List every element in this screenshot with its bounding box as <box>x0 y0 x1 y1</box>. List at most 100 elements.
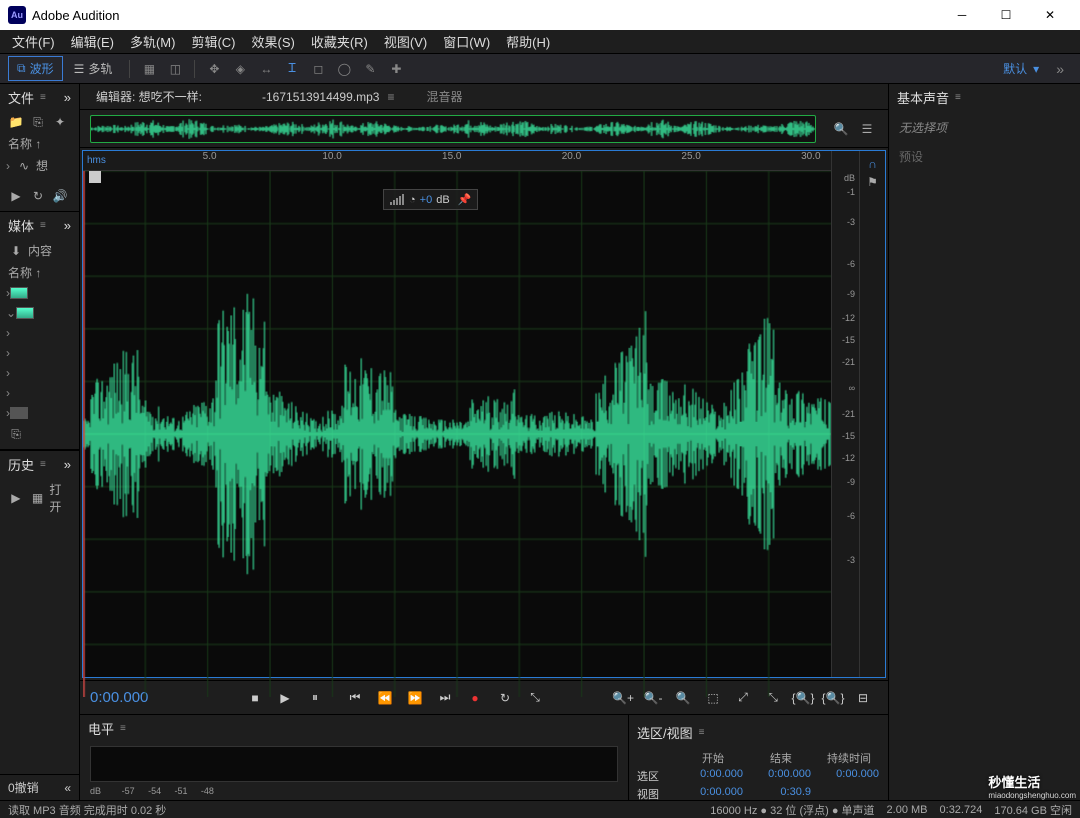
sel-value[interactable]: 0:00.000 <box>751 768 811 784</box>
multitrack-view-button[interactable]: ☰多轨 <box>65 56 122 81</box>
download-icon[interactable]: ⬇ <box>6 243 26 259</box>
toolbar-overflow-icon[interactable]: » <box>1048 61 1072 77</box>
play-icon: ▶ <box>6 490 26 506</box>
pin-icon[interactable]: 📌 <box>458 193 472 206</box>
menu-clip[interactable]: 剪辑(C) <box>183 29 243 54</box>
sel-value[interactable]: 0:30.9 <box>751 786 811 802</box>
ruler-tick: 10.0 <box>322 151 341 162</box>
level-meter[interactable] <box>90 746 618 782</box>
file-name-short: 想 <box>36 157 48 174</box>
insert-icon[interactable]: ⎘ <box>6 426 26 442</box>
waveform-view-button[interactable]: ⧉波形 <box>8 56 63 81</box>
ruler-tick: 15.0 <box>442 151 461 162</box>
files-name-header[interactable]: 名称 ↑ <box>0 133 79 154</box>
essential-sound-header[interactable]: 基本声音≡ <box>889 84 1080 111</box>
db-scale: dB -1 -3 -6 -9 -12 -15 -21 ∞ -21 -15 -12… <box>831 151 859 677</box>
media-item[interactable]: › <box>0 383 79 403</box>
ruler-tick: 20.0 <box>562 151 581 162</box>
spectral-freq-icon[interactable]: ▦ <box>138 58 160 80</box>
workspace-label-text: 默认 <box>1003 60 1027 77</box>
workspace-selector[interactable]: 默认 ▾ <box>994 56 1048 81</box>
undo-counter: 0撤销« <box>0 775 79 800</box>
media-panel-header[interactable]: 媒体≡» <box>0 212 79 239</box>
sel-value[interactable]: 0:00.000 <box>683 786 743 802</box>
heal-tool-icon[interactable]: ✚ <box>385 58 407 80</box>
editor-tab-active[interactable]: 编辑器: 想吃不一样: -1671513914499.mp3 ≡ <box>88 84 402 109</box>
menu-effects[interactable]: 效果(S) <box>244 29 303 54</box>
level-bars-icon <box>390 194 405 205</box>
menu-window[interactable]: 窗口(W) <box>435 29 498 54</box>
sel-row-label: 视图 <box>637 786 675 802</box>
spectral-pitch-icon[interactable]: ◫ <box>164 58 186 80</box>
menu-favorites[interactable]: 收藏夹(R) <box>303 29 376 54</box>
new-icon[interactable]: ✦ <box>50 114 70 130</box>
editor-area: 编辑器: 想吃不一样: -1671513914499.mp3 ≡ 混音器 🔍 ☰… <box>80 84 888 800</box>
time-selection-tool-icon[interactable]: Ꮖ <box>281 58 303 80</box>
menu-view[interactable]: 视图(V) <box>376 29 435 54</box>
status-duration: 0:32.724 <box>940 804 983 816</box>
media-item[interactable]: › <box>0 403 79 423</box>
menu-edit[interactable]: 编辑(E) <box>63 29 122 54</box>
open-file-icon[interactable]: 📁 <box>6 114 26 130</box>
main-toolbar: ⧉波形 ☰多轨 ▦ ◫ ✥ ◈ ↔ Ꮖ ◻ ◯ ✎ ✚ 默认 ▾ » <box>0 54 1080 84</box>
media-thumb-icon <box>10 407 28 419</box>
hud-db-value: +0 <box>420 194 433 206</box>
minimize-button[interactable]: ─ <box>940 0 984 30</box>
ruler-tick: 5.0 <box>203 151 217 162</box>
media-item[interactable]: › <box>0 363 79 383</box>
waveform-file-icon: ∿ <box>14 158 34 174</box>
loop-icon[interactable]: ↻ <box>28 188 48 204</box>
waveform-display[interactable]: hms 5.0 10.0 15.0 20.0 25.0 30.0 ◔ +0 dB… <box>83 151 831 677</box>
marker-icon[interactable]: ⚑ <box>867 175 878 189</box>
menu-file[interactable]: 文件(F) <box>4 29 63 54</box>
sel-value[interactable]: 0:00.000 <box>683 768 743 784</box>
media-name-header[interactable]: 名称 ↑ <box>0 262 79 283</box>
zoom-reset-amp-button[interactable]: ⊟ <box>850 685 876 711</box>
sel-header-end: 结束 <box>751 750 811 766</box>
waveform-side-tools: ∩ ⚑ <box>859 151 885 677</box>
sel-value[interactable] <box>819 786 879 802</box>
autoplay-icon[interactable]: 🔊 <box>50 188 70 204</box>
menu-help[interactable]: 帮助(H) <box>498 29 558 54</box>
status-filesize: 2.00 MB <box>887 804 928 816</box>
media-item[interactable]: ⌄ <box>0 303 79 323</box>
time-ruler[interactable]: hms 5.0 10.0 15.0 20.0 25.0 30.0 <box>83 151 831 171</box>
marquee-tool-icon[interactable]: ◻ <box>307 58 329 80</box>
levels-panel-header[interactable]: 电平≡ <box>80 715 628 742</box>
selection-view-panel: 选区/视图≡ 开始 结束 持续时间 选区 0:00.000 0:00.000 0… <box>628 715 888 800</box>
import-icon[interactable]: ⎘ <box>28 114 48 130</box>
levels-panel: 电平≡ dB -57 -54 -51 -48 <box>80 715 628 800</box>
media-item[interactable]: › <box>0 343 79 363</box>
lasso-tool-icon[interactable]: ◯ <box>333 58 355 80</box>
files-panel-header[interactable]: 文件≡» <box>0 84 79 111</box>
play-icon[interactable]: ▶ <box>6 188 26 204</box>
brush-tool-icon[interactable]: ✎ <box>359 58 381 80</box>
preset-row: 预设 <box>889 144 1080 169</box>
media-thumb-icon <box>10 287 28 299</box>
channel-toggle-icon[interactable] <box>89 171 101 183</box>
maximize-button[interactable]: ☐ <box>984 0 1028 30</box>
slip-tool-icon[interactable]: ↔ <box>255 58 277 80</box>
media-item[interactable]: › <box>0 283 79 303</box>
zoom-nav-icon[interactable]: 🔍 <box>830 118 852 140</box>
waveform-label: 波形 <box>30 60 54 77</box>
close-button[interactable]: ✕ <box>1028 0 1072 30</box>
move-tool-icon[interactable]: ✥ <box>203 58 225 80</box>
media-item[interactable]: › <box>0 323 79 343</box>
sel-header-duration: 持续时间 <box>819 750 879 766</box>
app-logo-icon: Au <box>8 6 26 24</box>
history-panel-header[interactable]: 历史≡» <box>0 451 79 478</box>
file-item[interactable]: › ∿ 想 <box>0 154 79 177</box>
level-tick: -48 <box>201 786 214 796</box>
razor-tool-icon[interactable]: ◈ <box>229 58 251 80</box>
list-view-icon[interactable]: ☰ <box>856 118 878 140</box>
sel-value[interactable]: 0:00.000 <box>819 768 879 784</box>
volume-hud[interactable]: ◔ +0 dB 📌 <box>383 189 478 210</box>
mixer-tab[interactable]: 混音器 <box>418 84 470 109</box>
overview-waveform[interactable] <box>90 115 816 143</box>
open-action-icon: ▦ <box>28 490 48 506</box>
history-item[interactable]: ▶ ▦ 打开 <box>0 478 79 518</box>
tab-menu-icon[interactable]: ≡ <box>387 90 394 104</box>
magnet-icon[interactable]: ∩ <box>868 157 877 171</box>
menu-multitrack[interactable]: 多轨(M) <box>122 29 184 54</box>
